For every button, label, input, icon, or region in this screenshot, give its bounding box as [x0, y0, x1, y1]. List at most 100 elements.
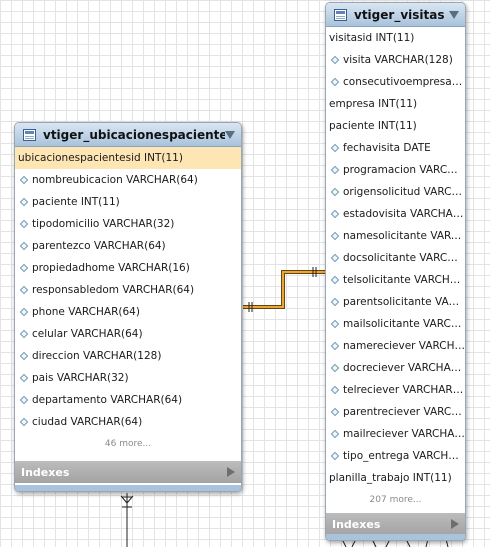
- table-header[interactable]: vtiger_ubicacionespacientes: [15, 123, 241, 147]
- relationship-below-ubicaciones[interactable]: [120, 493, 134, 547]
- column-label: visitasid INT(11): [329, 32, 415, 44]
- column-diamond-icon: [330, 275, 340, 285]
- column-row[interactable]: celular VARCHAR(64): [15, 323, 241, 345]
- column-diamond-icon: [330, 209, 340, 219]
- column-row[interactable]: parentreciever VARCH...: [326, 401, 465, 423]
- relationship-ubicaciones-visitas[interactable]: [243, 267, 326, 312]
- column-row[interactable]: paciente INT(11): [326, 115, 465, 137]
- indexes-section[interactable]: Indexes: [15, 461, 241, 483]
- collapse-arrow-icon[interactable]: [225, 130, 235, 139]
- column-diamond-icon: [19, 417, 29, 427]
- column-label: namesolicitante VARCH...: [343, 230, 465, 242]
- column-row[interactable]: pais VARCHAR(32): [15, 367, 241, 389]
- column-label: docreciever VARCHAR(...: [343, 362, 465, 374]
- column-label: pais VARCHAR(32): [32, 372, 129, 384]
- column-row[interactable]: docsolicitante VARCHA...: [326, 247, 465, 269]
- column-row[interactable]: visita VARCHAR(128): [326, 49, 465, 71]
- table-footer: [326, 534, 465, 540]
- column-row[interactable]: nombreubicacion VARCHAR(64): [15, 169, 241, 191]
- column-row[interactable]: estadovisita VARCHAR(...: [326, 203, 465, 225]
- table-footer: [15, 485, 241, 491]
- column-label: paciente INT(11): [32, 196, 120, 208]
- column-label: phone VARCHAR(64): [32, 306, 140, 318]
- column-label: mailreciever VARCHAR...: [343, 428, 465, 440]
- column-label: consecutivoempresa I...: [343, 76, 465, 88]
- relationship-line-shadow: [243, 270, 326, 309]
- column-label: telreciever VARCHAR(64): [343, 384, 465, 396]
- column-row[interactable]: parentsolicitante VARC...: [326, 291, 465, 313]
- column-diamond-icon: [330, 55, 340, 65]
- collapse-arrow-icon[interactable]: [449, 10, 459, 19]
- column-row[interactable]: namesolicitante VARCH...: [326, 225, 465, 247]
- column-row[interactable]: responsabledom VARCHAR(64): [15, 279, 241, 301]
- table-title: vtiger_ubicacionespacientes: [43, 127, 225, 142]
- column-row[interactable]: planilla_trabajo INT(11): [326, 467, 465, 489]
- table-icon: [334, 8, 347, 21]
- column-diamond-icon: [330, 385, 340, 395]
- column-label: programacion VARCHA...: [343, 164, 465, 176]
- more-columns-link[interactable]: 207 more...: [326, 489, 465, 511]
- column-label: responsabledom VARCHAR(64): [32, 284, 195, 296]
- column-row[interactable]: telreciever VARCHAR(64): [326, 379, 465, 401]
- column-label: telsolicitante VARCHAR...: [343, 274, 465, 286]
- column-row[interactable]: telsolicitante VARCHAR...: [326, 269, 465, 291]
- column-diamond-icon: [19, 175, 29, 185]
- column-diamond-icon: [19, 329, 29, 339]
- column-label: ciudad VARCHAR(64): [32, 416, 143, 428]
- column-diamond-icon: [19, 197, 29, 207]
- column-diamond-icon: [330, 165, 340, 175]
- table-visitas[interactable]: vtiger_visitas visitasid INT(11) visita V…: [325, 2, 466, 541]
- column-diamond-icon: [19, 373, 29, 383]
- column-row[interactable]: programacion VARCHA...: [326, 159, 465, 181]
- indexes-label: Indexes: [21, 465, 70, 479]
- column-label: departamento VARCHAR(64): [32, 394, 183, 406]
- column-diamond-icon: [330, 407, 340, 417]
- column-diamond-icon: [330, 319, 340, 329]
- column-row[interactable]: consecutivoempresa I...: [326, 71, 465, 93]
- column-row[interactable]: direccion VARCHAR(128): [15, 345, 241, 367]
- column-diamond-icon: [330, 451, 340, 461]
- column-row[interactable]: empresa INT(11): [326, 93, 465, 115]
- table-icon: [23, 128, 36, 141]
- column-label: mailsolicitante VARCHA...: [343, 318, 465, 330]
- column-row[interactable]: namereciever VARCHAR(...: [326, 335, 465, 357]
- column-row[interactable]: phone VARCHAR(64): [15, 301, 241, 323]
- column-primary-key[interactable]: ubicacionespacientesid INT(11): [15, 147, 241, 169]
- expand-arrow-icon[interactable]: [451, 519, 459, 529]
- column-list: visitasid INT(11) visita VARCHAR(128) cons…: [326, 27, 465, 489]
- column-label: ubicacionespacientesid INT(11): [18, 152, 183, 164]
- column-diamond-icon: [330, 363, 340, 373]
- indexes-section[interactable]: Indexes: [326, 513, 465, 535]
- column-label: namereciever VARCHAR(...: [343, 340, 465, 352]
- column-row[interactable]: tipo_entrega VARCHAR...: [326, 445, 465, 467]
- column-label: parentezco VARCHAR(64): [32, 240, 166, 252]
- column-row[interactable]: mailreciever VARCHAR...: [326, 423, 465, 445]
- column-label: propiedadhome VARCHAR(16): [32, 262, 190, 274]
- more-columns-link[interactable]: 46 more...: [15, 433, 241, 455]
- column-label: celular VARCHAR(64): [32, 328, 143, 340]
- column-row[interactable]: tipodomicilio VARCHAR(32): [15, 213, 241, 235]
- column-label: empresa INT(11): [329, 98, 418, 110]
- column-label: parentreciever VARCH...: [343, 406, 465, 418]
- column-label: visita VARCHAR(128): [343, 54, 453, 66]
- column-row[interactable]: mailsolicitante VARCHA...: [326, 313, 465, 335]
- column-diamond-icon: [330, 143, 340, 153]
- column-diamond-icon: [19, 219, 29, 229]
- column-row[interactable]: docreciever VARCHAR(...: [326, 357, 465, 379]
- column-label: estadovisita VARCHAR(...: [343, 208, 465, 220]
- expand-arrow-icon[interactable]: [227, 467, 235, 477]
- column-row[interactable]: ciudad VARCHAR(64): [15, 411, 241, 433]
- column-row[interactable]: parentezco VARCHAR(64): [15, 235, 241, 257]
- column-diamond-icon: [19, 285, 29, 295]
- column-row[interactable]: departamento VARCHAR(64): [15, 389, 241, 411]
- table-header[interactable]: vtiger_visitas: [326, 3, 465, 27]
- column-label: direccion VARCHAR(128): [32, 350, 162, 362]
- column-row[interactable]: fechavisita DATE: [326, 137, 465, 159]
- column-label: planilla_trabajo INT(11): [329, 472, 452, 484]
- column-row[interactable]: paciente INT(11): [15, 191, 241, 213]
- column-row[interactable]: propiedadhome VARCHAR(16): [15, 257, 241, 279]
- column-diamond-icon: [330, 341, 340, 351]
- column-row[interactable]: visitasid INT(11): [326, 27, 465, 49]
- column-row[interactable]: origensolicitud VARCH...: [326, 181, 465, 203]
- table-ubicacionespacientes[interactable]: vtiger_ubicacionespacientes ubicacionesp…: [14, 122, 242, 492]
